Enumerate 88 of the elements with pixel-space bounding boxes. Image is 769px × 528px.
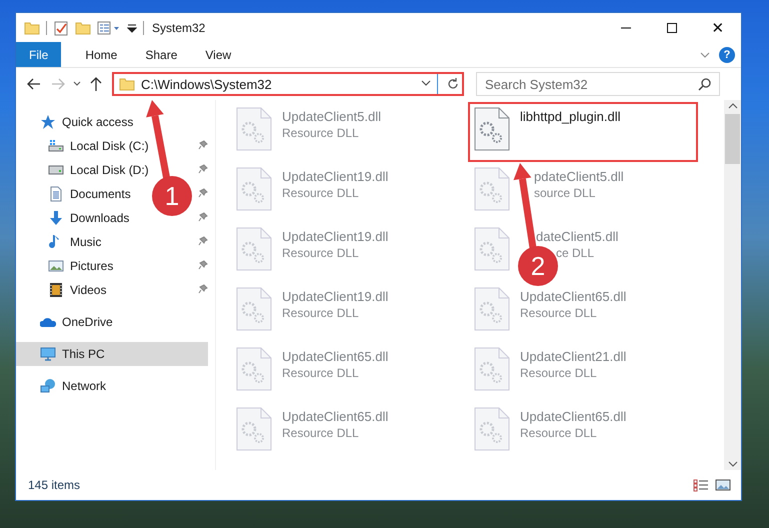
file-name: dateClient5.dll (536, 229, 618, 244)
window-title: System32 (152, 20, 206, 34)
gear-file-icon (474, 407, 510, 451)
gear-file-icon (474, 167, 510, 211)
gear-file-icon (236, 347, 272, 391)
item-count: 145 items (28, 478, 80, 492)
ribbon-tab[interactable]: Home (71, 42, 132, 67)
file-name: UpdateClient65.dll (282, 349, 388, 364)
film-icon (48, 282, 64, 298)
pin-icon (198, 164, 208, 174)
file-type: Resource DLL (282, 126, 360, 140)
details-view-icon[interactable] (693, 478, 709, 492)
file-type: source DLL (534, 186, 596, 200)
pin-icon (198, 284, 208, 294)
file-name: UpdateClient65.dll (520, 289, 626, 304)
gear-file-icon (236, 227, 272, 271)
network-icon (40, 378, 56, 394)
gear-file-icon (236, 287, 272, 331)
search-icon[interactable] (698, 77, 712, 91)
selected-navigation-item[interactable]: This PC (16, 342, 208, 366)
gear-file-icon (474, 347, 510, 391)
gear-file-icon (474, 227, 510, 271)
file-type: Resource DLL (520, 426, 598, 440)
up-arrow-icon[interactable] (90, 77, 102, 91)
pin-icon (198, 140, 208, 150)
gear-file-icon (236, 107, 272, 151)
file-name: UpdateClient65.dll (282, 409, 388, 424)
file-name: UpdateClient5.dll (282, 109, 382, 124)
navigation-item[interactable]: OneDrive (62, 315, 113, 329)
ribbon-tab[interactable]: Share (131, 42, 192, 67)
file-type: Resource DLL (520, 306, 598, 320)
drive-icon (48, 138, 64, 154)
navigation-item[interactable]: Network (62, 379, 106, 393)
search-field[interactable]: Search System32 (476, 72, 720, 96)
navigation-item[interactable]: Downloads (70, 211, 130, 225)
navigation-item[interactable]: Documents (70, 187, 131, 201)
document-icon (48, 186, 64, 202)
file-type: Resource DLL (282, 186, 360, 200)
address-path: C:\Windows\System32 (141, 76, 273, 92)
file-name: pdateClient5.dll (534, 169, 624, 184)
pin-icon (198, 236, 208, 246)
file-name: UpdateClient19.dll (282, 289, 388, 304)
pin-icon (198, 188, 208, 198)
step-number-badge: 2 (518, 246, 558, 286)
file-menu-tab[interactable]: File (16, 42, 62, 67)
gear-file-icon (236, 167, 272, 211)
properties-icon[interactable] (97, 20, 121, 36)
file-type: Resource DLL (282, 306, 360, 320)
navigation-item[interactable]: Quick access (62, 115, 134, 129)
file-type: Resource DLL (282, 426, 360, 440)
step-number-badge: 1 (152, 176, 192, 216)
scrollbar-thumb[interactable] (725, 114, 740, 164)
large-icons-view-icon[interactable] (715, 478, 731, 492)
file-type: ce DLL (556, 246, 596, 260)
address-bar[interactable]: C:\Windows\System32 (112, 72, 464, 96)
navigation-item[interactable]: Videos (70, 283, 106, 297)
file-type: Resource DLL (282, 246, 360, 260)
checklist-icon[interactable] (53, 20, 69, 36)
pin-icon (198, 260, 208, 270)
help-button[interactable]: ? (719, 46, 735, 62)
navigation-item[interactable]: Music (70, 235, 102, 249)
navigation-item[interactable]: Local Disk (C:) (70, 139, 149, 153)
file-name: UpdateClient21.dll (520, 349, 626, 364)
folder-icon (119, 76, 135, 92)
monitor-icon (40, 346, 56, 362)
file-name: UpdateClient19.dll (282, 229, 388, 244)
recent-locations-caret-icon[interactable] (73, 81, 81, 87)
navigation-item[interactable]: Local Disk (D:) (70, 163, 149, 177)
gear-file-icon (474, 287, 510, 331)
close-button[interactable]: ✕ (695, 13, 741, 42)
picture-icon (48, 258, 64, 274)
file-name: libhttpd_plugin.dll (520, 109, 620, 124)
pin-icon (198, 212, 208, 222)
file-type: Resource DLL (282, 366, 360, 380)
vertical-scrollbar[interactable] (724, 100, 741, 470)
star-icon (40, 114, 56, 130)
navigation-item[interactable]: Pictures (70, 259, 114, 273)
highlighted-file-item[interactable]: libhttpd_plugin.dll (470, 104, 696, 160)
ribbon-tab[interactable]: View (191, 42, 246, 67)
dropdown-caret-icon[interactable] (421, 80, 431, 88)
maximize-icon (666, 22, 678, 34)
gear-file-icon (236, 407, 272, 451)
down-arrow-icon (48, 210, 64, 226)
file-name: UpdateClient65.dll (520, 409, 626, 424)
file-name: UpdateClient19.dll (282, 169, 388, 184)
file-type: Resource DLL (520, 366, 598, 380)
gear-file-icon (474, 107, 510, 151)
back-arrow-icon[interactable] (27, 78, 41, 90)
